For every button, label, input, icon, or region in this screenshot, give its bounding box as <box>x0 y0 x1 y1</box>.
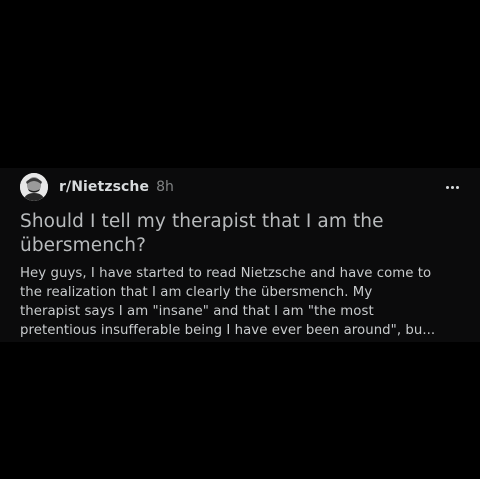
post-body[interactable]: Hey guys, I have started to read Nietzsc… <box>20 264 470 340</box>
post-body-line: Hey guys, I have started to read Nietzsc… <box>20 266 432 281</box>
subreddit-name[interactable]: r/Nietzsche <box>59 179 149 195</box>
post-body-line: therapist says I am "insane" and that I … <box>20 304 374 319</box>
nietzsche-portrait-icon <box>20 173 48 201</box>
post-age: 8h <box>156 179 174 195</box>
more-dot-icon <box>445 185 449 189</box>
post-body-line: pretentious insufferable being I have ev… <box>20 323 436 338</box>
post-card[interactable]: r/Nietzsche 8h Should I tell my therapis… <box>0 168 480 342</box>
post-title[interactable]: Should I tell my therapist that I am the… <box>20 210 460 258</box>
more-dot-icon <box>450 185 454 189</box>
post-header: r/Nietzsche 8h <box>20 172 464 202</box>
post-body-line: the realization that I am clearly the üb… <box>20 285 373 300</box>
subreddit-avatar[interactable] <box>20 173 48 201</box>
more-options-button[interactable] <box>440 177 464 197</box>
more-dot-icon <box>455 185 459 189</box>
